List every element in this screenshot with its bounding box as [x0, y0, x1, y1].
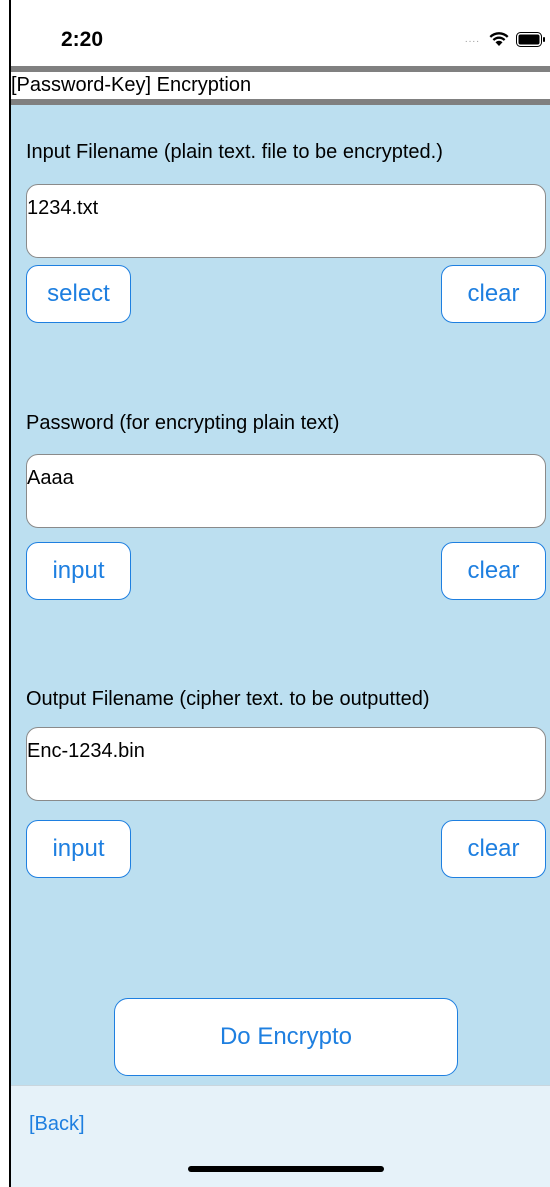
page-title: [Password-Key] Encryption [11, 74, 252, 96]
input-filename-label: Input Filename (plain text. file to be e… [26, 141, 443, 163]
output-filename-label: Output Filename (cipher text. to be outp… [26, 688, 430, 710]
wifi-icon [488, 31, 510, 47]
status-bar: 2:20 .... [11, 0, 550, 66]
clear-output-file-button[interactable]: clear [441, 820, 546, 878]
output-filename-value: Enc-1234.bin [27, 740, 145, 762]
status-icons: .... [465, 28, 546, 50]
footer-bar: [Back] [11, 1085, 550, 1187]
password-field[interactable]: Aaaa [26, 454, 546, 528]
input-output-file-button[interactable]: input [26, 820, 131, 878]
encryption-form: Input Filename (plain text. file to be e… [11, 105, 550, 1085]
password-value: Aaaa [27, 467, 74, 489]
password-label: Password (for encrypting plain text) [26, 412, 340, 434]
back-link[interactable]: [Back] [29, 1113, 85, 1136]
battery-icon [516, 31, 546, 47]
do-encrypto-button[interactable]: Do Encrypto [114, 998, 458, 1076]
clear-input-file-button[interactable]: clear [441, 265, 546, 323]
home-indicator[interactable] [188, 1166, 384, 1172]
select-input-file-button[interactable]: select [26, 265, 131, 323]
clear-password-button[interactable]: clear [441, 542, 546, 600]
status-time: 2:20 [61, 28, 104, 51]
output-filename-field[interactable]: Enc-1234.bin [26, 727, 546, 801]
app-screen: 2:20 .... [Password-Key] Encryption Inpu… [0, 0, 550, 1187]
input-filename-field[interactable]: 1234.txt [26, 184, 546, 258]
signal-icon: .... [464, 33, 480, 45]
title-bar: [Password-Key] Encryption [11, 72, 550, 99]
input-password-button[interactable]: input [26, 542, 131, 600]
input-filename-value: 1234.txt [27, 197, 99, 219]
